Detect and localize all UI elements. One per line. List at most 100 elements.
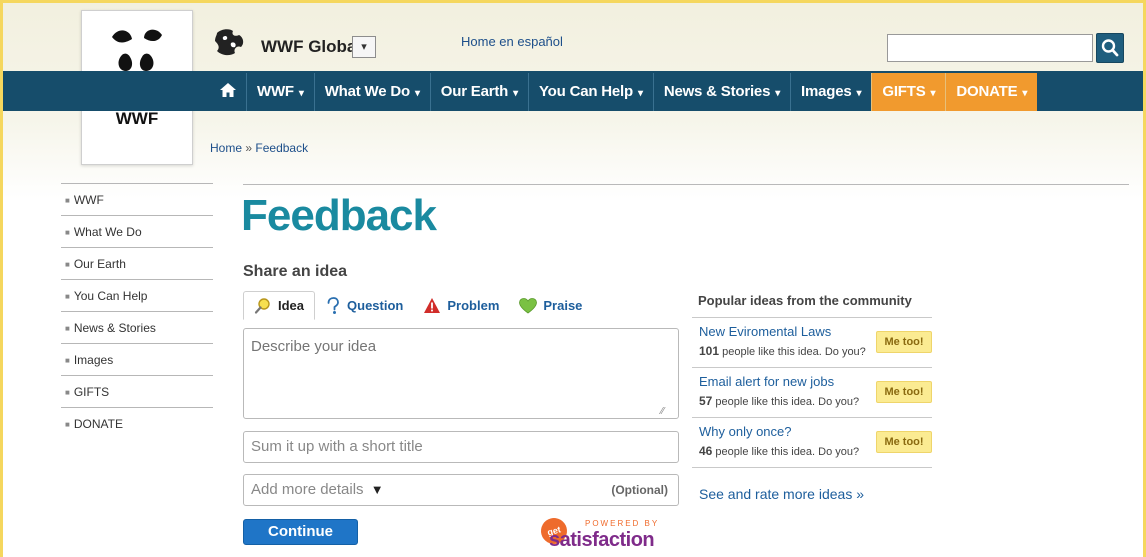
nav-images[interactable]: Images ▾ [790, 73, 871, 111]
search-icon [1101, 39, 1119, 57]
continue-button[interactable]: Continue [243, 519, 358, 545]
popular-ideas-title: Popular ideas from the community [692, 293, 932, 318]
nav-item-label: News & Stories [663, 83, 771, 100]
sidebar-item-donate[interactable]: ■ DONATE [61, 407, 213, 439]
chevron-down-icon: ▾ [1022, 88, 1028, 99]
nav-what-we-do[interactable]: What We Do ▾ [313, 73, 430, 111]
sidebar-item-wwf[interactable]: ■ WWF [61, 183, 213, 215]
sidebar-item-what-we-do[interactable]: ■ What We Do [61, 215, 213, 247]
bullet-icon: ■ [65, 292, 70, 301]
see-more-ideas-link[interactable]: See and rate more ideas » [699, 486, 864, 502]
chevron-down-icon: ▾ [775, 88, 781, 99]
nav-item-label: Images [801, 83, 852, 100]
satisfaction-wordmark: satisfaction [549, 529, 655, 551]
nav-you-can-help[interactable]: You Can Help ▾ [527, 73, 653, 111]
nav-our-earth[interactable]: Our Earth ▾ [429, 73, 528, 111]
bullet-icon: ■ [65, 388, 70, 397]
resize-handle-icon[interactable]: ⁄⁄ [661, 406, 664, 417]
breadcrumb: Home » Feedback [210, 141, 308, 155]
sidebar-item-label: WWF [73, 193, 104, 207]
tab-idea[interactable]: Idea [243, 291, 316, 320]
sidebar-menu: ■ WWF ■ What We Do ■ Our Earth ■ You Can Hel… [61, 183, 213, 439]
details-label: Add more details [251, 481, 364, 498]
chevron-down-icon: ▾ [637, 88, 643, 99]
bullet-icon: ■ [65, 260, 70, 269]
caret-down-icon: ▼ [370, 482, 384, 497]
bullet-icon: ■ [65, 196, 70, 205]
like-suffix: people like this idea. Do you? [715, 446, 860, 458]
chevron-down-icon: ▾ [930, 88, 936, 99]
magnifier-idea-icon [254, 297, 270, 314]
popular-ideas-panel: Popular ideas from the community New Evi… [692, 293, 932, 468]
breadcrumb-current[interactable]: Feedback [255, 141, 308, 155]
nav-item-label: WWF [257, 83, 294, 100]
feedback-type-tabs: Idea Question Problem Praise [243, 291, 592, 321]
logo-text: WWF [115, 109, 159, 128]
popular-idea-item: Email alert for new jobs 57 people like … [692, 368, 932, 418]
tab-question[interactable]: Question [315, 291, 413, 320]
idea-description-input[interactable] [243, 328, 679, 419]
sidebar-item-gifts[interactable]: ■ GIFTS [61, 375, 213, 407]
bullet-icon: ■ [65, 420, 70, 429]
popular-idea-item: Why only once? 46 people like this idea.… [692, 418, 932, 468]
bullet-icon: ■ [65, 324, 70, 333]
nav-gifts[interactable]: GIFTS ▾ [871, 73, 946, 111]
tab-label: Problem [447, 297, 500, 313]
powered-by-label: POWERED BY [585, 519, 660, 528]
page-title: Feedback [241, 191, 437, 240]
sidebar-item-label: Our Earth [73, 257, 126, 271]
sidebar-item-label: DONATE [73, 417, 123, 431]
warning-triangle-icon [424, 298, 441, 313]
home-espanol-link[interactable]: Home en español [461, 34, 563, 49]
me-too-button[interactable]: Me too! [876, 431, 932, 453]
chevron-down-icon: ▾ [513, 88, 518, 99]
nav-item-label: What We Do [324, 83, 410, 100]
chevron-down-icon: ▾ [298, 88, 304, 99]
sidebar-item-news-stories[interactable]: ■ News & Stories [61, 311, 213, 343]
question-mark-icon [327, 296, 339, 314]
nav-item-label: GIFTS [882, 83, 926, 100]
nav-news-stories[interactable]: News & Stories ▾ [652, 73, 790, 111]
like-suffix: people like this idea. Do you? [722, 346, 866, 358]
search-button[interactable] [1096, 33, 1124, 63]
chevron-down-icon: ▾ [414, 88, 420, 99]
share-idea-heading: Share an idea [243, 263, 348, 280]
sidebar-item-label: News & Stories [73, 321, 156, 335]
sidebar-item-label: Images [73, 353, 114, 367]
site-dropdown-button[interactable]: ▾ [352, 36, 376, 58]
nav-wwf[interactable]: WWF ▾ [246, 73, 314, 111]
tab-problem[interactable]: Problem [413, 291, 509, 320]
me-too-button[interactable]: Me too! [876, 381, 932, 403]
nav-item-label: DONATE [956, 83, 1018, 100]
heart-icon [519, 297, 538, 313]
short-title-input[interactable]: Sum it up with a short title [243, 431, 679, 463]
nav-donate[interactable]: DONATE ▾ [945, 73, 1038, 111]
sidebar-item-our-earth[interactable]: ■ Our Earth [61, 247, 213, 279]
more-details-toggle[interactable]: Add more details ▼ (Optional) [243, 474, 679, 506]
nav-home[interactable] [210, 73, 246, 111]
globe-icon [215, 29, 244, 56]
bullet-icon: ■ [65, 228, 70, 237]
breadcrumb-home-link[interactable]: Home [210, 141, 242, 155]
sidebar-item-label: GIFTS [73, 385, 110, 399]
sidebar-item-label: You Can Help [73, 289, 148, 303]
popular-idea-item: New Eviromental Laws 101 people like thi… [692, 318, 932, 368]
like-count: 101 [699, 344, 720, 358]
me-too-button[interactable]: Me too! [876, 331, 932, 353]
optional-label: (Optional) [611, 483, 668, 497]
powered-by-satisfaction-logo[interactable]: get POWERED BY satisfaction [538, 515, 676, 554]
like-count: 46 [699, 444, 713, 458]
tab-label: Idea [278, 297, 305, 313]
like-count: 57 [699, 394, 713, 408]
site-title: WWF Global [261, 37, 362, 56]
tab-praise[interactable]: Praise [509, 291, 592, 320]
sidebar-item-you-can-help[interactable]: ■ You Can Help [61, 279, 213, 311]
chevron-down-icon: ▾ [856, 88, 862, 99]
search-input[interactable] [887, 34, 1093, 62]
bullet-icon: ■ [65, 356, 70, 365]
like-suffix: people like this idea. Do you? [715, 396, 860, 408]
sidebar-item-images[interactable]: ■ Images [61, 343, 213, 375]
main-nav: WWF ▾ What We Do ▾ Our Earth ▾ You Can Help… [210, 73, 1038, 111]
breadcrumb-separator: » [245, 141, 253, 155]
house-icon [220, 83, 236, 97]
